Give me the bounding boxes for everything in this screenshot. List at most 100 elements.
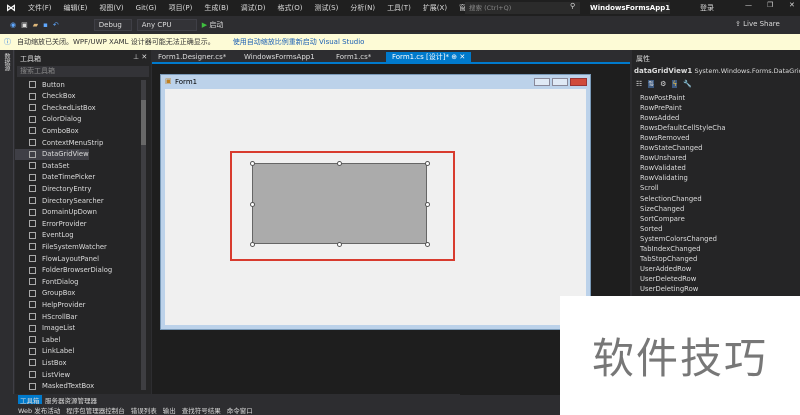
menu-item[interactable]: 编辑(E) bbox=[58, 3, 94, 13]
property-row[interactable]: UserAddedRow bbox=[640, 265, 691, 273]
property-row[interactable]: SystemColorsChanged bbox=[640, 235, 717, 243]
toolbox-item[interactable]: CheckedListBox bbox=[15, 102, 96, 113]
toolbox-item[interactable]: DateTimePicker bbox=[15, 172, 95, 183]
toolbox-item[interactable]: ContextMenuStrip bbox=[15, 137, 103, 148]
toolbox-item[interactable]: DomainUpDown bbox=[15, 207, 97, 218]
property-pages-icon[interactable]: 🔧 bbox=[683, 80, 692, 88]
toolbox-item[interactable]: EventLog bbox=[15, 230, 74, 241]
toolbox-item[interactable]: FontDialog bbox=[15, 276, 78, 287]
property-row[interactable]: RowPostPaint bbox=[640, 94, 685, 102]
resize-handle[interactable] bbox=[425, 242, 430, 247]
toolbox-item[interactable]: DataGridView bbox=[15, 148, 89, 160]
close-button[interactable]: ✕ bbox=[789, 1, 795, 9]
property-row[interactable]: RowsRemoved bbox=[640, 134, 690, 142]
toolbox-item[interactable]: ListBox bbox=[15, 357, 67, 368]
toolbox-item[interactable]: Button bbox=[15, 79, 65, 90]
menu-item[interactable]: 工具(T) bbox=[381, 3, 417, 13]
property-row[interactable]: TabIndexChanged bbox=[640, 245, 701, 253]
status-tab[interactable]: 错误列表 bbox=[131, 405, 157, 415]
live-share-button[interactable]: ⇪ Live Share bbox=[735, 20, 780, 28]
toolbox-item[interactable]: DataSet bbox=[15, 160, 69, 171]
save-icon[interactable]: ▪ bbox=[43, 21, 48, 29]
status-tab[interactable]: 命令窗口 bbox=[227, 405, 253, 415]
config-select[interactable]: Debug bbox=[93, 18, 132, 31]
new-project-icon[interactable]: ▣ bbox=[21, 21, 28, 29]
menu-item[interactable]: 测试(S) bbox=[308, 3, 344, 13]
resize-handle[interactable] bbox=[337, 161, 342, 166]
pin-icon[interactable]: ⊥ ✕ bbox=[133, 53, 147, 61]
toolbox-item[interactable]: Label bbox=[15, 334, 60, 345]
toolbox-item[interactable]: CheckBox bbox=[15, 91, 76, 102]
toolbox-item[interactable]: DirectorySearcher bbox=[15, 195, 104, 206]
toolbox-item[interactable]: ErrorProvider bbox=[15, 218, 87, 229]
property-row[interactable]: SizeChanged bbox=[640, 205, 684, 213]
form-minimize-button[interactable] bbox=[534, 78, 550, 86]
property-row[interactable]: RowsDefaultCellStyleCha bbox=[640, 124, 726, 132]
toolbox-item[interactable]: FolderBrowserDialog bbox=[15, 265, 112, 276]
menu-item[interactable]: 调试(D) bbox=[235, 3, 272, 13]
resize-handle[interactable] bbox=[425, 161, 430, 166]
toolbox-item[interactable]: HScrollBar bbox=[15, 311, 77, 322]
restore-button[interactable]: ❐ bbox=[767, 1, 773, 9]
toolbox-item[interactable]: FlowLayoutPanel bbox=[15, 253, 99, 264]
property-row[interactable]: SelectionChanged bbox=[640, 195, 702, 203]
toolbox-search[interactable]: 搜索工具箱 bbox=[17, 66, 149, 77]
property-row[interactable]: RowValidated bbox=[640, 164, 686, 172]
toolbox-item[interactable]: ComboBox bbox=[15, 125, 79, 136]
menu-item[interactable]: 格式(O) bbox=[271, 3, 308, 13]
toolbox-item[interactable]: GroupBox bbox=[15, 288, 75, 299]
menu-item[interactable]: 分析(N) bbox=[344, 3, 381, 13]
search-icon[interactable]: ⚲ bbox=[570, 2, 575, 10]
property-row[interactable]: RowsAdded bbox=[640, 114, 679, 122]
resize-handle[interactable] bbox=[250, 202, 255, 207]
status-tab[interactable]: 程序包管理器控制台 bbox=[66, 405, 125, 415]
status-tab[interactable]: 输出 bbox=[163, 405, 176, 415]
undo-icon[interactable]: ↶ bbox=[53, 21, 59, 29]
menu-item[interactable]: 视图(V) bbox=[93, 3, 129, 13]
menu-item[interactable]: 文件(F) bbox=[22, 3, 58, 13]
resize-handle[interactable] bbox=[250, 242, 255, 247]
back-icon[interactable]: ◉ bbox=[10, 21, 16, 29]
toolbox-item[interactable]: ImageList bbox=[15, 323, 75, 334]
events-icon[interactable]: ϟ bbox=[672, 80, 678, 88]
categorized-icon[interactable]: ☷ bbox=[636, 80, 642, 88]
menu-item[interactable]: 生成(B) bbox=[198, 3, 234, 13]
properties-icon[interactable]: ⚙ bbox=[660, 80, 666, 88]
platform-select[interactable]: Any CPU bbox=[136, 18, 197, 31]
restart-link[interactable]: 使用自动缩放比例重新启动 Visual Studio bbox=[233, 37, 365, 47]
minimize-button[interactable]: — bbox=[745, 1, 752, 9]
data-grid-view[interactable] bbox=[252, 163, 427, 244]
selected-object[interactable]: dataGridView1 bbox=[634, 67, 692, 75]
toolbox-item[interactable]: FileSystemWatcher bbox=[15, 241, 107, 252]
alphabetical-icon[interactable]: ⇅ bbox=[648, 80, 655, 88]
form-maximize-button[interactable] bbox=[552, 78, 568, 86]
property-row[interactable]: UserDeletingRow bbox=[640, 285, 698, 293]
property-row[interactable]: RowUnshared bbox=[640, 154, 687, 162]
menu-item[interactable]: 项目(P) bbox=[163, 3, 199, 13]
form-close-button[interactable] bbox=[570, 78, 587, 86]
toolbox-item[interactable]: ListView bbox=[15, 369, 70, 380]
resize-handle[interactable] bbox=[250, 161, 255, 166]
login-link[interactable]: 登录 bbox=[700, 3, 714, 13]
property-row[interactable]: Scroll bbox=[640, 184, 659, 192]
property-row[interactable]: RowPrePaint bbox=[640, 104, 682, 112]
data-sources-strip[interactable]: 数据源 bbox=[0, 50, 14, 395]
open-icon[interactable]: ▰ bbox=[33, 21, 38, 29]
status-tab[interactable]: Web 发布活动 bbox=[18, 405, 60, 415]
toolbox-item[interactable]: DirectoryEntry bbox=[15, 183, 91, 194]
toolbox-item[interactable]: LinkLabel bbox=[15, 346, 74, 357]
start-button[interactable]: ▶ 启动 bbox=[202, 20, 224, 30]
property-row[interactable]: RowStateChanged bbox=[640, 144, 702, 152]
toolbox-item[interactable]: HelpProvider bbox=[15, 299, 85, 310]
menu-item[interactable]: 扩展(X) bbox=[417, 3, 453, 13]
property-row[interactable]: Sorted bbox=[640, 225, 662, 233]
property-row[interactable]: UserDeletedRow bbox=[640, 275, 696, 283]
toolbox-item[interactable]: ColorDialog bbox=[15, 114, 81, 125]
property-row[interactable]: SortCompare bbox=[640, 215, 685, 223]
resize-handle[interactable] bbox=[337, 242, 342, 247]
property-row[interactable]: TabStopChanged bbox=[640, 255, 697, 263]
toolbox-item[interactable]: MaskedTextBox bbox=[15, 381, 94, 392]
resize-handle[interactable] bbox=[425, 202, 430, 207]
status-tab[interactable]: 查找符号结果 bbox=[182, 405, 221, 415]
menu-item[interactable]: Git(G) bbox=[130, 4, 163, 12]
